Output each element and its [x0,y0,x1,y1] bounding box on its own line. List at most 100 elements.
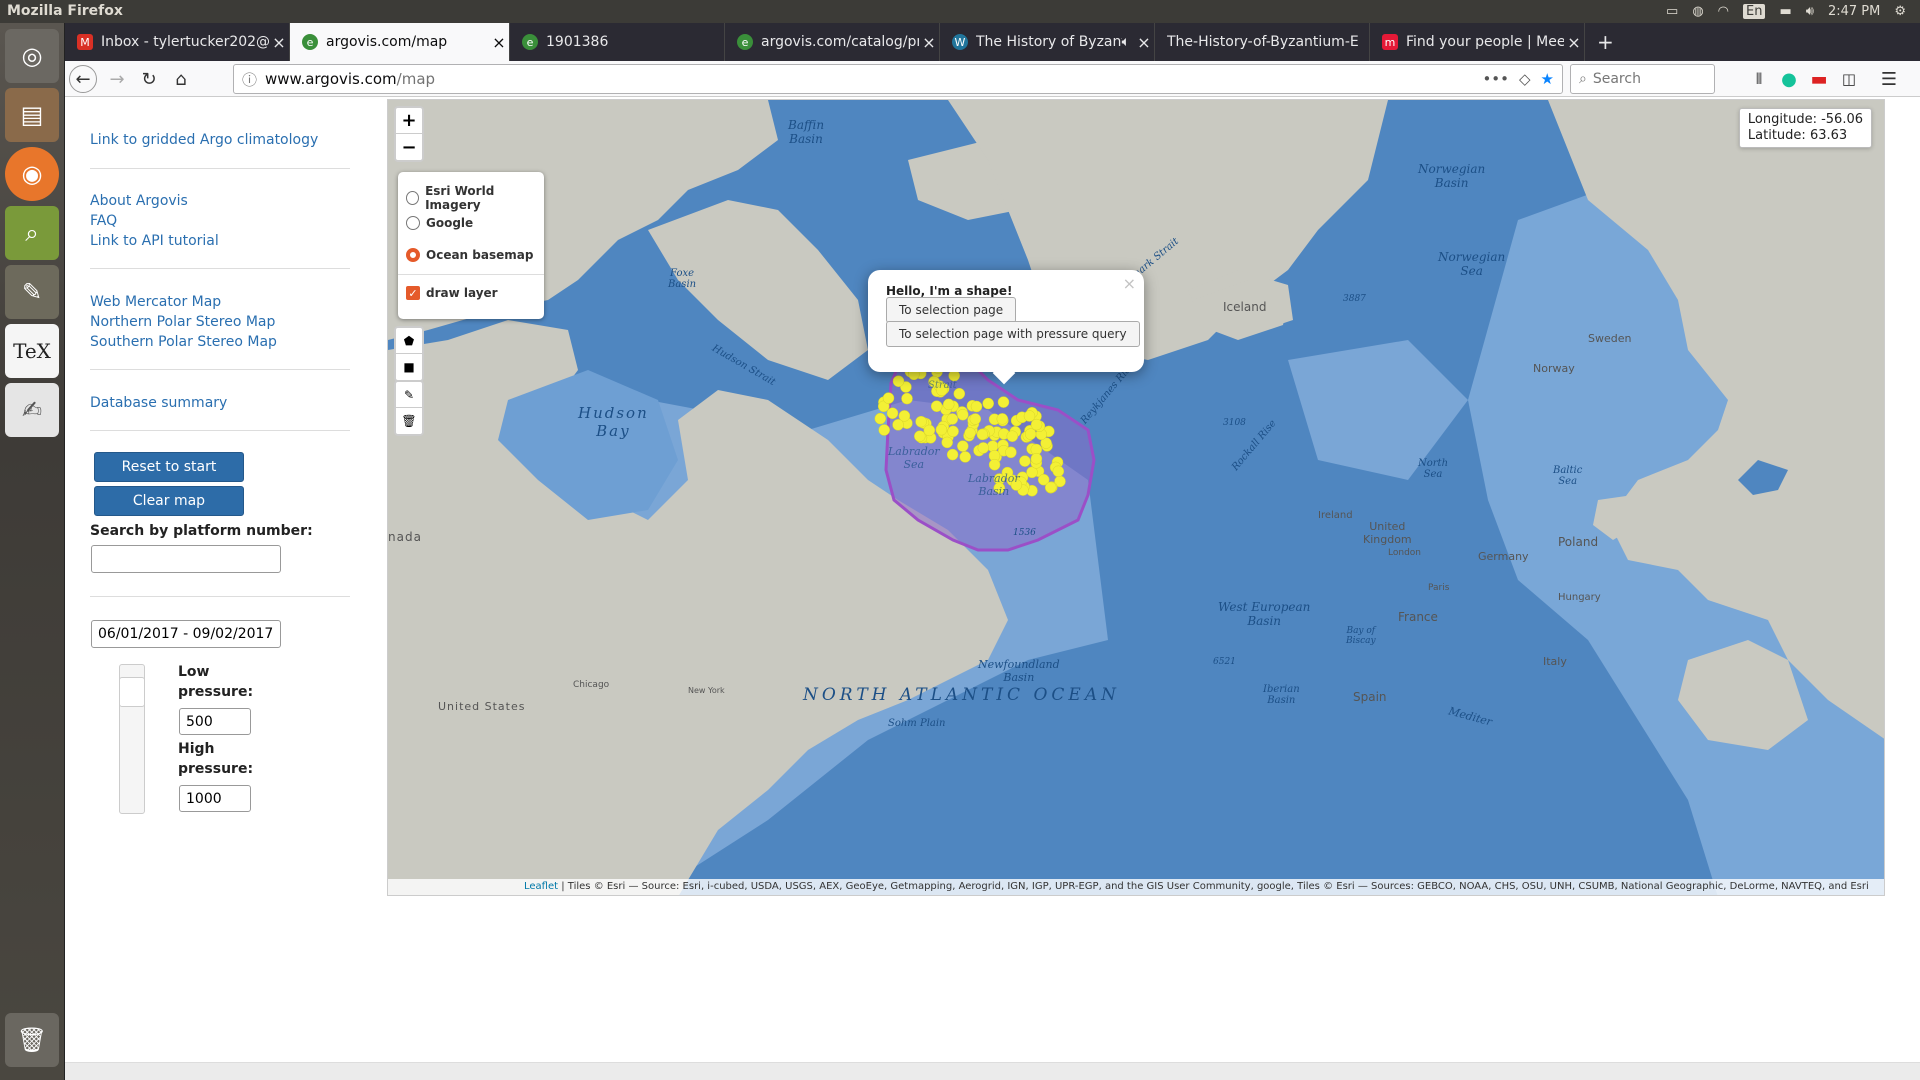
layer-google[interactable]: Google [406,216,473,230]
layer-ocean-basemap[interactable]: Ocean basemap [406,248,533,262]
radio-button[interactable] [406,191,420,205]
bookmark-star-icon[interactable]: ★ [1541,70,1554,88]
reload-icon[interactable]: ↻ [135,65,163,93]
argo-float-marker[interactable] [964,427,976,439]
url-bar[interactable]: ⓘ www.argovis.com/map ••• ◇ ★ [233,64,1563,94]
page-actions-icon[interactable]: ••• [1482,70,1509,88]
reset-button[interactable]: Reset to start [94,452,244,482]
extension-icon[interactable]: ▬ [1805,65,1833,93]
close-icon[interactable]: × [1134,33,1154,52]
argo-float-marker[interactable] [886,407,899,419]
popup-close-icon[interactable]: × [1123,274,1136,293]
audio-icon[interactable]: 🔈︎ [1122,34,1130,50]
link-database-summary[interactable]: Database summary [90,393,227,413]
argo-float-marker[interactable] [1023,410,1036,422]
argo-float-marker[interactable] [914,430,926,442]
link-northern-polar[interactable]: Northern Polar Stereo Map [90,312,275,332]
text-editor-icon[interactable]: ✍ [5,383,59,437]
argo-float-marker[interactable] [947,425,959,438]
link-faq[interactable]: FAQ [90,211,117,231]
argo-float-marker[interactable] [1019,455,1031,467]
grammarly-icon[interactable]: ● [1775,65,1803,93]
argo-float-marker[interactable] [901,392,913,405]
draw-rectangle-icon[interactable]: ■ [396,354,422,380]
menu-icon[interactable]: ☰ [1875,65,1903,93]
layer-esri-imagery[interactable]: Esri World Imagery [406,184,544,212]
link-southern-polar[interactable]: Southern Polar Stereo Map [90,332,277,352]
close-icon[interactable]: × [489,33,509,52]
battery-icon[interactable]: ▬ [1779,4,1791,19]
back-icon[interactable]: ← [69,65,97,93]
viewer-icon[interactable]: ⌕ [5,206,59,260]
edit-layers-icon[interactable]: ✎ [396,382,422,408]
gimp-icon[interactable]: ✎ [5,265,59,319]
link-gridded-climatology[interactable]: Link to gridded Argo climatology [90,130,318,150]
close-icon[interactable]: × [919,33,939,52]
settings-gear-icon[interactable]: ⚙ [1894,4,1906,19]
zoom-out-button[interactable]: − [396,134,422,160]
to-selection-page-button[interactable]: To selection page [886,297,1017,323]
search-input[interactable]: ⌕ Search [1570,64,1715,94]
tab-argovis-map[interactable]: e argovis.com/map × [290,23,510,61]
library-icon[interactable]: ⫴ [1745,65,1773,93]
argo-float-marker[interactable] [957,408,969,421]
argo-float-marker[interactable] [942,398,955,411]
to-selection-page-pressure-button[interactable]: To selection page with pressure query [886,321,1140,347]
forward-icon[interactable]: → [103,65,131,93]
link-web-mercator[interactable]: Web Mercator Map [90,292,221,312]
argo-float-marker[interactable] [1052,465,1065,478]
argo-float-marker[interactable] [935,423,948,436]
argo-float-marker[interactable] [1005,446,1017,459]
argo-float-marker[interactable] [1045,481,1057,494]
info-icon[interactable]: ⓘ [242,69,257,90]
argo-float-marker[interactable] [1006,430,1019,442]
keyboard-lang[interactable]: En [1743,4,1766,19]
argo-float-marker[interactable] [915,415,927,428]
link-api-tutorial[interactable]: Link to API tutorial [90,231,219,251]
argo-float-marker[interactable] [969,413,982,425]
layer-draw[interactable]: ✓ draw layer [406,286,498,300]
close-icon[interactable]: × [1564,33,1584,52]
volume-icon[interactable]: 🔊︎ [1806,4,1814,19]
sidebar-icon[interactable]: ◫ [1835,65,1863,93]
pocket-icon[interactable]: ◇ [1519,70,1531,88]
tab-gmail[interactable]: M Inbox - tylertucker202@ × [65,23,290,61]
tab-meetup[interactable]: m Find your people | Meet × [1370,23,1585,61]
home-icon[interactable]: ⌂ [167,65,195,93]
argo-float-marker[interactable] [982,397,994,410]
tab-byzantium-pdf[interactable]: The-History-of-Byzantium-E [1155,23,1370,61]
location-icon[interactable]: ◍ [1692,4,1703,19]
argo-float-marker[interactable] [882,392,895,404]
map-container[interactable]: Baffin Basin Foxe Basin Hudson Strait Hu… [387,99,1885,896]
high-pressure-input[interactable] [179,785,251,812]
argo-float-marker[interactable] [874,412,887,425]
leaflet-link[interactable]: Leaflet [524,881,558,892]
clear-map-button[interactable]: Clear map [94,486,244,516]
tab-byzantium[interactable]: W The History of Byzant 🔈︎ × [940,23,1155,61]
argo-float-marker[interactable] [930,400,943,412]
wifi-icon[interactable]: ◠ [1718,4,1729,19]
argo-float-marker[interactable] [1024,428,1037,440]
date-range-input[interactable] [91,620,281,648]
slider-handle[interactable] [119,677,145,707]
argo-float-marker[interactable] [986,440,999,452]
radio-button[interactable] [406,248,420,262]
trash-icon[interactable]: 🗑︎ [5,1013,59,1067]
link-about[interactable]: About Argovis [90,191,188,211]
close-icon[interactable]: × [269,33,289,52]
argo-float-marker[interactable] [970,400,983,413]
argo-float-marker[interactable] [892,419,904,431]
argo-float-marker[interactable] [988,458,1001,471]
draw-polygon-icon[interactable]: ⬟ [396,328,422,354]
argo-float-marker[interactable] [1030,418,1043,431]
argo-float-marker[interactable] [892,375,905,387]
tab-argovis-catalog[interactable]: e argovis.com/catalog/pr × [725,23,940,61]
argo-float-marker[interactable] [923,424,936,437]
firefox-icon[interactable]: ◉ [5,147,59,201]
argo-float-marker[interactable] [959,451,971,463]
checkbox[interactable]: ✓ [406,286,420,300]
tab-1901386[interactable]: e 1901386 [510,23,725,61]
radio-button[interactable] [406,216,420,230]
clock[interactable]: 2:47 PM [1828,4,1880,19]
argo-float-marker[interactable] [996,413,1009,425]
